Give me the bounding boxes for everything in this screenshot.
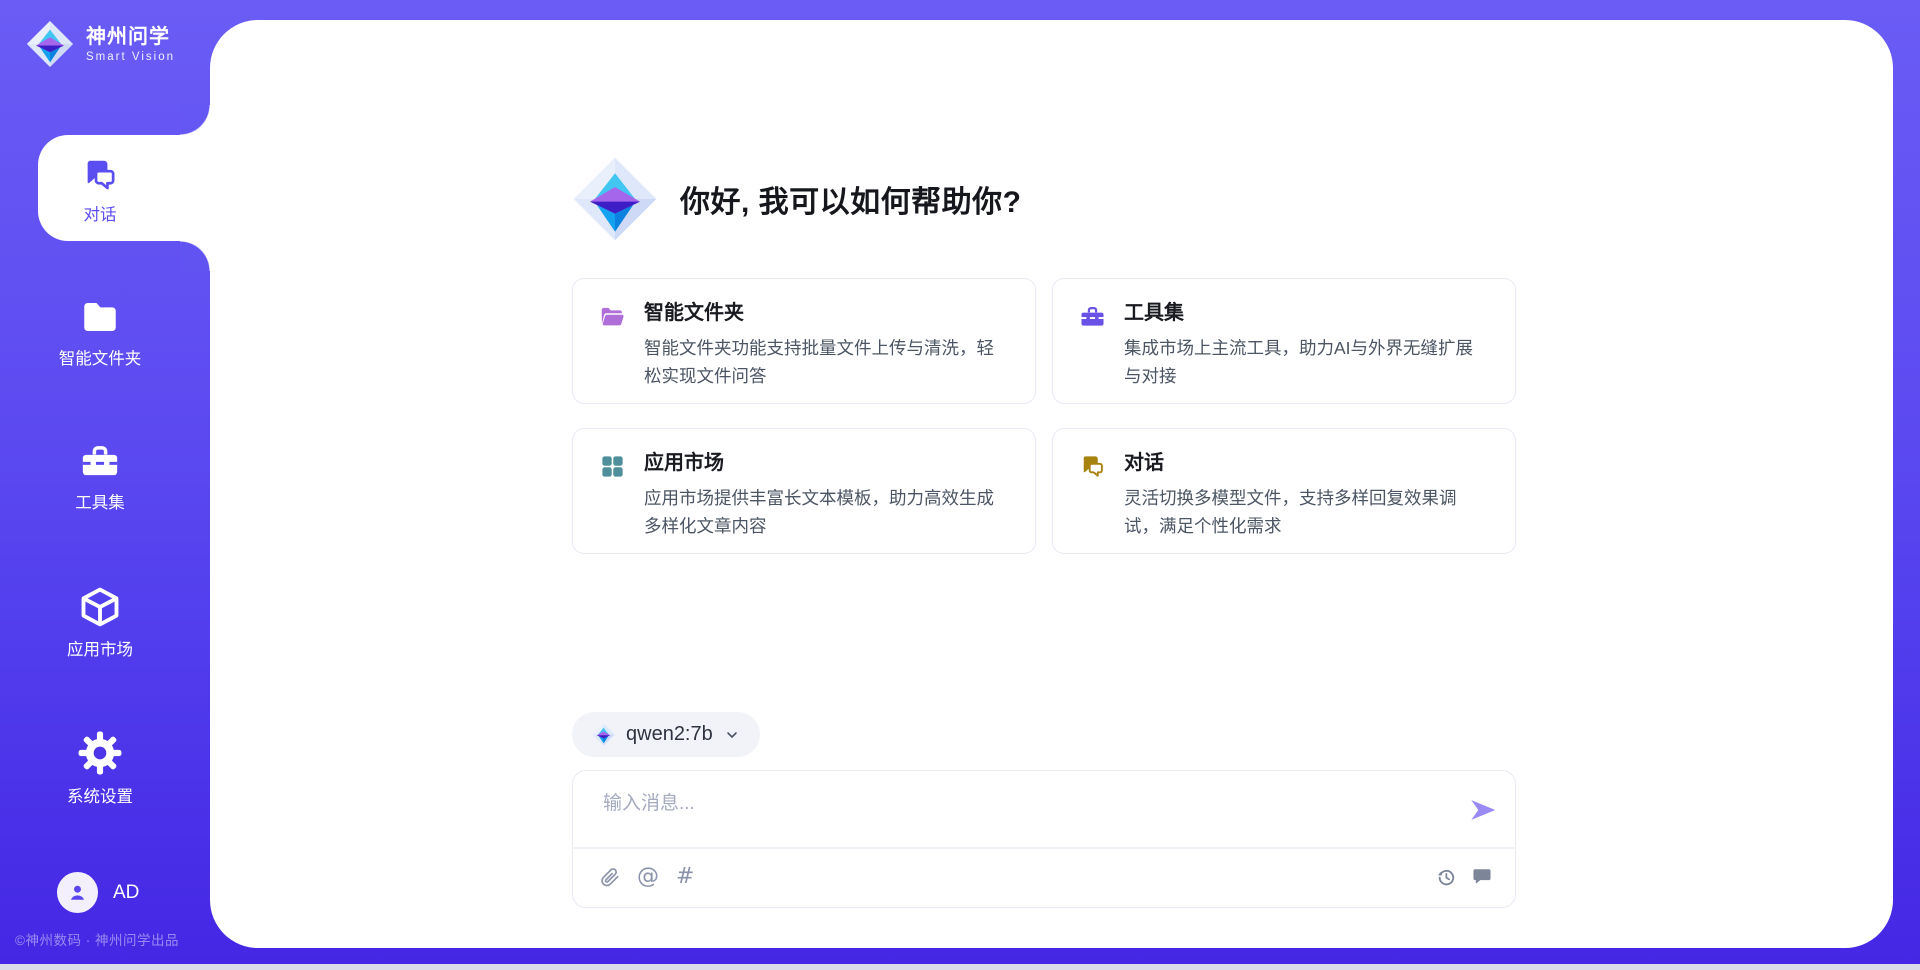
message-composer: @ # — [572, 770, 1516, 908]
brand-name: 神州问学 — [86, 26, 175, 48]
sidebar-item-toolset[interactable]: 工具集 — [0, 440, 200, 513]
app-window: 神州问学 Smart Vision 对话 智能文件夹 工具集 — [0, 0, 1920, 970]
history-button[interactable] — [1435, 866, 1457, 888]
bottom-scrollbar-strip — [0, 964, 1920, 970]
sidebar-item-smart-folder[interactable]: 智能文件夹 — [0, 296, 200, 369]
greeting: 你好, 我可以如何帮助你? — [572, 156, 1022, 242]
composer-left-tools: @ # — [599, 866, 694, 888]
user-account[interactable]: AD — [57, 872, 139, 913]
toolbox-icon — [79, 440, 121, 482]
sidebar-item-label: 系统设置 — [67, 783, 133, 807]
model-name: qwen2:7b — [626, 723, 713, 746]
card-smart-folder[interactable]: 智能文件夹 智能文件夹功能支持批量文件上传与清洗，轻松实现文件问答 — [572, 278, 1036, 404]
card-title: 智能文件夹 — [644, 300, 1009, 326]
model-selector[interactable]: qwen2:7b — [572, 712, 760, 757]
message-input[interactable] — [601, 786, 1431, 842]
feedback-icon — [1471, 866, 1493, 888]
composer-right-tools — [1435, 866, 1493, 888]
history-icon — [1435, 866, 1457, 888]
sidebar-item-app-market[interactable]: 应用市场 — [0, 585, 200, 660]
brand-subtitle: Smart Vision — [86, 51, 175, 63]
card-description: 应用市场提供丰富长文本模板，助力高效生成多样化文章内容 — [644, 484, 1009, 540]
card-title: 工具集 — [1124, 300, 1489, 326]
chat-icon — [1079, 453, 1106, 480]
card-description: 灵活切换多模型文件，支持多样回复效果调试，满足个性化需求 — [1124, 484, 1489, 540]
main-panel: 你好, 我可以如何帮助你? 智能文件夹 智能文件夹功能支持批量文件上传与清洗，轻… — [210, 20, 1893, 948]
card-description: 集成市场上主流工具，助力AI与外界无缝扩展与对接 — [1124, 334, 1489, 390]
diamond-logo-icon — [26, 20, 74, 68]
toolbox-icon — [1079, 303, 1106, 330]
attach-icon — [599, 867, 620, 888]
person-icon — [66, 881, 89, 904]
card-chat[interactable]: 对话 灵活切换多模型文件，支持多样回复效果调试，满足个性化需求 — [1052, 428, 1516, 554]
composer-toolbar: @ # — [599, 847, 1493, 907]
diamond-logo-icon — [572, 156, 658, 242]
chevron-down-icon — [724, 727, 740, 743]
topic-icon[interactable]: # — [676, 866, 694, 888]
sidebar-item-label: 对话 — [84, 201, 117, 225]
diamond-logo-icon — [592, 723, 615, 746]
card-title: 对话 — [1124, 450, 1489, 476]
feature-cards: 智能文件夹 智能文件夹功能支持批量文件上传与清洗，轻松实现文件问答 工具集 集成… — [572, 278, 1516, 554]
card-toolset[interactable]: 工具集 集成市场上主流工具，助力AI与外界无缝扩展与对接 — [1052, 278, 1516, 404]
feedback-button[interactable] — [1471, 866, 1493, 888]
gear-icon — [77, 730, 123, 776]
sidebar: 神州问学 Smart Vision 对话 智能文件夹 工具集 — [0, 0, 210, 970]
send-button[interactable] — [1466, 794, 1498, 826]
user-name: AD — [113, 882, 139, 904]
chat-icon — [81, 156, 119, 194]
greeting-text: 你好, 我可以如何帮助你? — [680, 177, 1022, 221]
send-icon — [1466, 794, 1498, 826]
brand: 神州问学 Smart Vision — [26, 20, 175, 68]
sidebar-item-chat[interactable]: 对话 — [0, 156, 200, 225]
copyright: ©神州数码 · 神州问学出品 — [15, 929, 179, 949]
card-description: 智能文件夹功能支持批量文件上传与清洗，轻松实现文件问答 — [644, 334, 1009, 390]
folder-icon — [79, 296, 121, 338]
sidebar-item-settings[interactable]: 系统设置 — [0, 730, 200, 807]
card-app-market[interactable]: 应用市场 应用市场提供丰富长文本模板，助力高效生成多样化文章内容 — [572, 428, 1036, 554]
sidebar-item-label: 工具集 — [75, 489, 125, 513]
cube-icon — [78, 585, 122, 629]
sidebar-item-label: 智能文件夹 — [59, 345, 142, 369]
folder-open-icon — [599, 303, 626, 330]
grid-icon — [599, 453, 626, 480]
avatar[interactable] — [57, 872, 98, 913]
attach-button[interactable] — [599, 867, 620, 888]
mention-icon[interactable]: @ — [637, 866, 659, 888]
card-title: 应用市场 — [644, 450, 1009, 476]
sidebar-item-label: 应用市场 — [67, 636, 133, 660]
